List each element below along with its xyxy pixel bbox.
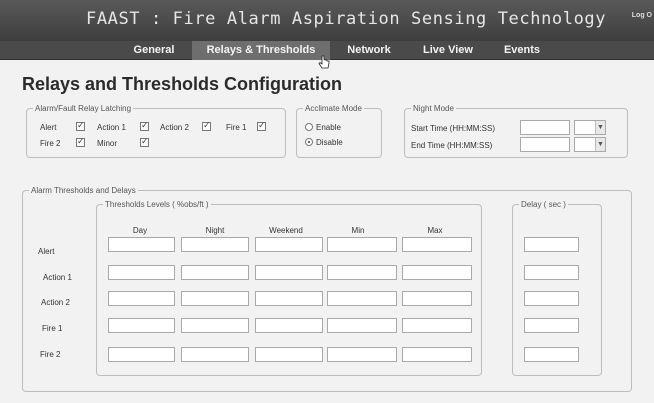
threshold-input-action2-min[interactable] bbox=[327, 291, 397, 306]
page-title: Relays and Thresholds Configuration bbox=[22, 74, 343, 94]
threshold-input-fire1-day[interactable] bbox=[108, 318, 175, 333]
alarm-thresholds-legend: Alarm Thresholds and Delays bbox=[31, 186, 136, 195]
latch-label-fire2: Fire 2 bbox=[40, 139, 61, 148]
delay-legend: Delay ( sec ) bbox=[521, 200, 566, 209]
threshold-input-alert-day[interactable] bbox=[108, 237, 175, 252]
threshold-input-fire2-max[interactable] bbox=[402, 347, 472, 362]
start-time-input[interactable] bbox=[520, 120, 570, 135]
end-time-label: End Time (HH:MM:SS) bbox=[411, 141, 493, 150]
latch-checkbox-action2[interactable] bbox=[202, 120, 211, 131]
delay-input-fire2[interactable] bbox=[524, 347, 579, 362]
tab-relays-thresholds[interactable]: Relays & Thresholds bbox=[192, 41, 330, 60]
threshold-input-alert-night[interactable] bbox=[181, 237, 249, 252]
threshold-input-fire2-night[interactable] bbox=[181, 347, 249, 362]
chevron-down-icon: ▼ bbox=[595, 138, 605, 151]
col-header-weekend: Weekend bbox=[269, 226, 303, 235]
threshold-input-fire1-max[interactable] bbox=[402, 318, 472, 333]
night-mode-legend: Night Mode bbox=[413, 104, 454, 113]
end-time-input[interactable] bbox=[520, 137, 570, 152]
tab-events[interactable]: Events bbox=[494, 41, 550, 60]
tab-general[interactable]: General bbox=[122, 41, 186, 60]
threshold-input-action2-day[interactable] bbox=[108, 291, 175, 306]
latch-label-minor: Minor bbox=[97, 139, 118, 148]
threshold-input-fire2-day[interactable] bbox=[108, 347, 175, 362]
row-label-alert: Alert bbox=[38, 247, 55, 256]
latch-label-alert: Alert bbox=[40, 123, 57, 132]
latch-label-action2: Action 2 bbox=[160, 123, 189, 132]
threshold-input-fire2-min[interactable] bbox=[327, 347, 397, 362]
relay-latching-group: Alarm/Fault Relay Latching bbox=[26, 104, 286, 158]
relay-latching-legend: Alarm/Fault Relay Latching bbox=[35, 104, 132, 113]
delay-input-fire1[interactable] bbox=[524, 318, 579, 333]
app-title: FAAST : Fire Alarm Aspiration Sensing Te… bbox=[86, 9, 607, 29]
col-header-max: Max bbox=[427, 226, 443, 235]
threshold-input-fire1-weekend[interactable] bbox=[255, 318, 323, 333]
hand-cursor-icon bbox=[318, 55, 330, 69]
acclimate-enable-radio[interactable] bbox=[305, 123, 313, 131]
threshold-input-action1-min[interactable] bbox=[327, 265, 397, 280]
chevron-down-icon: ▼ bbox=[595, 121, 605, 134]
tab-live-view[interactable]: Live View bbox=[412, 41, 484, 60]
start-time-select[interactable]: ▼ bbox=[574, 120, 606, 135]
threshold-input-action2-night[interactable] bbox=[181, 291, 249, 306]
threshold-input-alert-min[interactable] bbox=[327, 237, 397, 252]
threshold-input-action2-weekend[interactable] bbox=[255, 291, 323, 306]
row-label-fire2: Fire 2 bbox=[40, 350, 61, 359]
threshold-input-action2-max[interactable] bbox=[402, 291, 472, 306]
threshold-input-action1-weekend[interactable] bbox=[255, 265, 323, 280]
threshold-levels-legend: Thresholds Levels ( %obs/ft ) bbox=[105, 200, 209, 209]
logout-link[interactable]: Log O bbox=[632, 12, 652, 19]
threshold-input-action1-day[interactable] bbox=[108, 265, 175, 280]
threshold-input-fire2-weekend[interactable] bbox=[255, 347, 323, 362]
tab-network[interactable]: Network bbox=[337, 41, 401, 60]
acclimate-legend: Acclimate Mode bbox=[305, 104, 362, 113]
latch-label-action1: Action 1 bbox=[97, 123, 126, 132]
threshold-input-alert-max[interactable] bbox=[402, 237, 472, 252]
latch-checkbox-action1[interactable] bbox=[140, 120, 149, 131]
row-label-fire1: Fire 1 bbox=[42, 324, 63, 333]
col-header-night: Night bbox=[205, 226, 225, 235]
acclimate-disable-radio[interactable] bbox=[305, 138, 313, 146]
latch-checkbox-fire2[interactable] bbox=[76, 136, 85, 147]
threshold-input-alert-weekend[interactable] bbox=[255, 237, 323, 252]
acclimate-disable-label: Disable bbox=[316, 138, 343, 147]
delay-input-action1[interactable] bbox=[524, 265, 579, 280]
latch-label-fire1: Fire 1 bbox=[226, 123, 247, 132]
latch-checkbox-fire1[interactable] bbox=[257, 120, 266, 131]
col-header-min: Min bbox=[351, 226, 365, 235]
end-time-select[interactable]: ▼ bbox=[574, 137, 606, 152]
top-bar: FAAST : Fire Alarm Aspiration Sensing Te… bbox=[0, 0, 654, 41]
start-time-label: Start Time (HH:MM:SS) bbox=[411, 124, 496, 133]
delay-input-alert[interactable] bbox=[524, 237, 579, 252]
latch-checkbox-minor[interactable] bbox=[140, 136, 149, 147]
threshold-input-action1-max[interactable] bbox=[402, 265, 472, 280]
threshold-input-fire1-min[interactable] bbox=[327, 318, 397, 333]
row-label-action1: Action 1 bbox=[43, 273, 72, 282]
threshold-input-fire1-night[interactable] bbox=[181, 318, 249, 333]
col-header-day: Day bbox=[132, 226, 148, 235]
delay-input-action2[interactable] bbox=[524, 291, 579, 306]
acclimate-enable-label: Enable bbox=[316, 123, 341, 132]
latch-checkbox-alert[interactable] bbox=[76, 120, 85, 131]
threshold-input-action1-night[interactable] bbox=[181, 265, 249, 280]
row-label-action2: Action 2 bbox=[41, 298, 70, 307]
